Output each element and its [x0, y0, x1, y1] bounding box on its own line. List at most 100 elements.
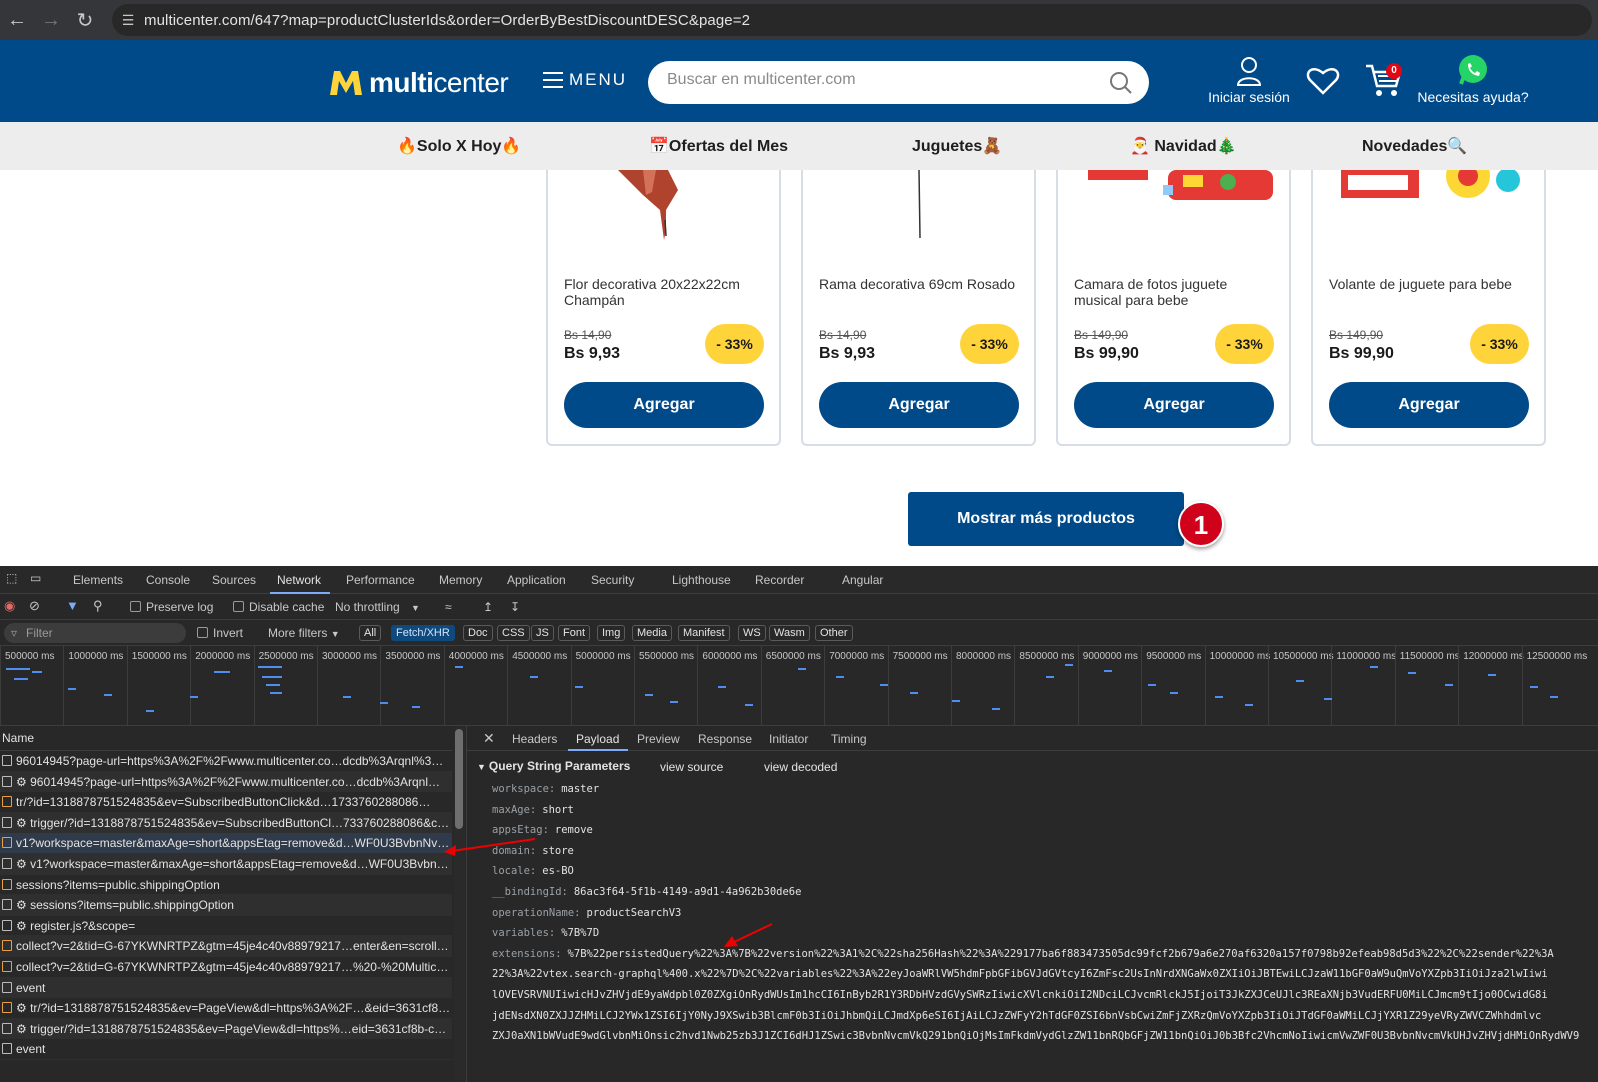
category-juguetes[interactable]: Juguetes🧸: [912, 136, 1002, 156]
filter-chip-fetch-xhr[interactable]: Fetch/XHR: [391, 625, 455, 641]
tab-response[interactable]: Response: [698, 732, 752, 746]
request-row[interactable]: 96014945?page-url=https%3A%2F%2Fwww.mult…: [0, 751, 452, 772]
product-card[interactable]: Rama decorativa 69cm Rosado Bs 14,90 Bs …: [801, 170, 1036, 446]
product-name[interactable]: Camara de fotos juguete musical para beb…: [1074, 276, 1274, 308]
tab-sources[interactable]: Sources: [212, 573, 256, 587]
product-image[interactable]: [548, 170, 779, 260]
filter-chip-wasm[interactable]: Wasm: [769, 625, 810, 641]
request-list-scrollbar[interactable]: [454, 726, 465, 1082]
filter-chip-all[interactable]: All: [359, 625, 382, 641]
site-settings-icon[interactable]: ☰: [112, 12, 144, 29]
request-row[interactable]: v1?workspace=master&maxAge=short&appsEta…: [0, 833, 452, 854]
tab-headers[interactable]: Headers: [512, 732, 557, 746]
tab-network[interactable]: Network: [277, 573, 321, 587]
request-row[interactable]: event: [0, 1039, 452, 1060]
tab-console[interactable]: Console: [146, 573, 190, 587]
device-toolbar-icon[interactable]: ▭: [30, 571, 41, 585]
export-har-icon[interactable]: ↧: [510, 600, 520, 614]
product-card[interactable]: Volante de juguete para bebe Bs 149,90 B…: [1311, 170, 1546, 446]
request-row[interactable]: ⚙ 96014945?page-url=https%3A%2F%2Fwww.mu…: [0, 771, 452, 793]
product-card[interactable]: Flor decorativa 20x22x22cm Champán Bs 14…: [546, 170, 781, 446]
search-requests-icon[interactable]: ⚲: [93, 598, 103, 614]
network-overview-timeline[interactable]: 500000 ms 1000000 ms 1500000 ms 2000000 ms 2…: [0, 646, 1598, 726]
filter-chip-css[interactable]: CSS: [497, 625, 530, 641]
add-to-cart-button[interactable]: Agregar: [1074, 382, 1274, 428]
inspect-icon[interactable]: ⬚: [6, 571, 17, 585]
product-name[interactable]: Rama decorativa 69cm Rosado: [819, 276, 1019, 292]
request-row[interactable]: ⚙ sessions?items=public.shippingOption: [0, 895, 452, 916]
tab-performance[interactable]: Performance: [346, 573, 415, 587]
request-row[interactable]: tr/?id=1318878751524835&ev=SubscribedBut…: [0, 792, 452, 813]
category-solo-x-hoy[interactable]: 🔥Solo X Hoy🔥: [397, 136, 521, 156]
multicenter-logo[interactable]: multicenter: [328, 67, 509, 99]
request-row[interactable]: ⚙ tr/?id=1318878751524835&ev=PageView&dl…: [0, 998, 452, 1019]
back-button[interactable]: ←: [0, 3, 34, 37]
product-image[interactable]: [803, 170, 1034, 260]
menu-button[interactable]: MENU: [543, 70, 627, 90]
product-name[interactable]: Flor decorativa 20x22x22cm Champán: [564, 276, 764, 308]
search-icon[interactable]: [1109, 71, 1133, 95]
request-row[interactable]: ⚙ trigger/?id=1318878751524835&ev=Subscr…: [0, 812, 452, 834]
add-to-cart-button[interactable]: Agregar: [819, 382, 1019, 428]
name-column-header[interactable]: Name: [0, 726, 452, 751]
tab-security[interactable]: Security: [591, 573, 634, 587]
tab-recorder[interactable]: Recorder: [755, 573, 804, 587]
tab-lighthouse[interactable]: Lighthouse: [672, 573, 731, 587]
query-string-section-header[interactable]: ▼ Query String Parameters: [477, 759, 630, 773]
request-row[interactable]: ⚙ trigger/?id=1318878751524835&ev=PageVi…: [0, 1018, 452, 1040]
product-image[interactable]: [1313, 170, 1544, 260]
network-conditions-icon[interactable]: ≈: [445, 600, 452, 614]
filter-chip-other[interactable]: Other: [815, 625, 853, 641]
add-to-cart-button[interactable]: Agregar: [1329, 382, 1529, 428]
close-icon[interactable]: ✕: [483, 730, 495, 747]
tab-application[interactable]: Application: [507, 573, 566, 587]
request-row[interactable]: ⚙ register.js?&scope=: [0, 916, 452, 937]
record-icon[interactable]: ◉: [4, 598, 15, 614]
filter-chip-manifest[interactable]: Manifest: [678, 625, 730, 641]
more-filters-dropdown[interactable]: More filters ▼: [268, 626, 340, 640]
category-novedades[interactable]: Novedades🔍: [1362, 136, 1467, 156]
request-row[interactable]: collect?v=2&tid=G-67YKWNRTPZ&gtm=45je4c4…: [0, 936, 452, 957]
filter-chip-font[interactable]: Font: [558, 625, 591, 641]
search-input[interactable]: [667, 71, 1087, 89]
view-source-link[interactable]: view source: [660, 760, 723, 774]
heart-icon[interactable]: [1306, 65, 1340, 95]
filter-chip-js[interactable]: JS: [531, 625, 554, 641]
view-decoded-link[interactable]: view decoded: [764, 760, 837, 774]
tab-elements[interactable]: Elements: [73, 573, 123, 587]
tab-initiator[interactable]: Initiator: [769, 732, 808, 746]
category-ofertas-del-mes[interactable]: 📅Ofertas del Mes: [649, 136, 788, 156]
filter-chip-media[interactable]: Media: [632, 625, 672, 641]
login-link[interactable]: Iniciar sesión: [1206, 56, 1292, 105]
tab-angular[interactable]: Angular: [842, 573, 883, 587]
import-har-icon[interactable]: ↥: [483, 600, 493, 614]
address-bar[interactable]: ☰ multicenter.com/647?map=productCluster…: [112, 4, 1592, 36]
tab-timing[interactable]: Timing: [831, 732, 867, 746]
tab-memory[interactable]: Memory: [439, 573, 482, 587]
product-name[interactable]: Volante de juguete para bebe: [1329, 276, 1529, 292]
request-row[interactable]: sessions?items=public.shippingOption: [0, 875, 452, 896]
filter-input[interactable]: ▿ Filter: [4, 623, 186, 643]
tab-preview[interactable]: Preview: [637, 732, 680, 746]
request-row[interactable]: event: [0, 977, 452, 999]
filter-chip-doc[interactable]: Doc: [463, 625, 493, 641]
filter-chip-ws[interactable]: WS: [738, 625, 766, 641]
reload-button[interactable]: ↻: [68, 3, 102, 37]
tab-payload[interactable]: Payload: [576, 732, 619, 746]
category-navidad[interactable]: 🎅 Navidad🎄: [1130, 136, 1237, 156]
clear-icon[interactable]: ⊘: [29, 598, 40, 614]
request-row[interactable]: ⚙ v1?workspace=master&maxAge=short&appsE…: [0, 853, 452, 875]
preserve-log-checkbox[interactable]: Preserve log: [130, 600, 213, 614]
invert-checkbox[interactable]: Invert: [197, 626, 243, 640]
filter-chip-img[interactable]: Img: [597, 625, 626, 641]
throttling-select[interactable]: No throttling ▼: [335, 600, 420, 614]
disable-cache-checkbox[interactable]: Disable cache: [233, 600, 324, 614]
add-to-cart-button[interactable]: Agregar: [564, 382, 764, 428]
forward-button[interactable]: →: [34, 3, 68, 37]
request-row[interactable]: collect?v=2&tid=G-67YKWNRTPZ&gtm=45je4c4…: [0, 957, 452, 978]
product-card[interactable]: Camara de fotos juguete musical para beb…: [1056, 170, 1291, 446]
help-link[interactable]: Necesitas ayuda?: [1416, 54, 1530, 105]
show-more-products-button[interactable]: Mostrar más productos: [908, 492, 1184, 546]
filter-toggle-icon[interactable]: ▼: [66, 598, 79, 613]
product-image[interactable]: [1058, 170, 1289, 260]
